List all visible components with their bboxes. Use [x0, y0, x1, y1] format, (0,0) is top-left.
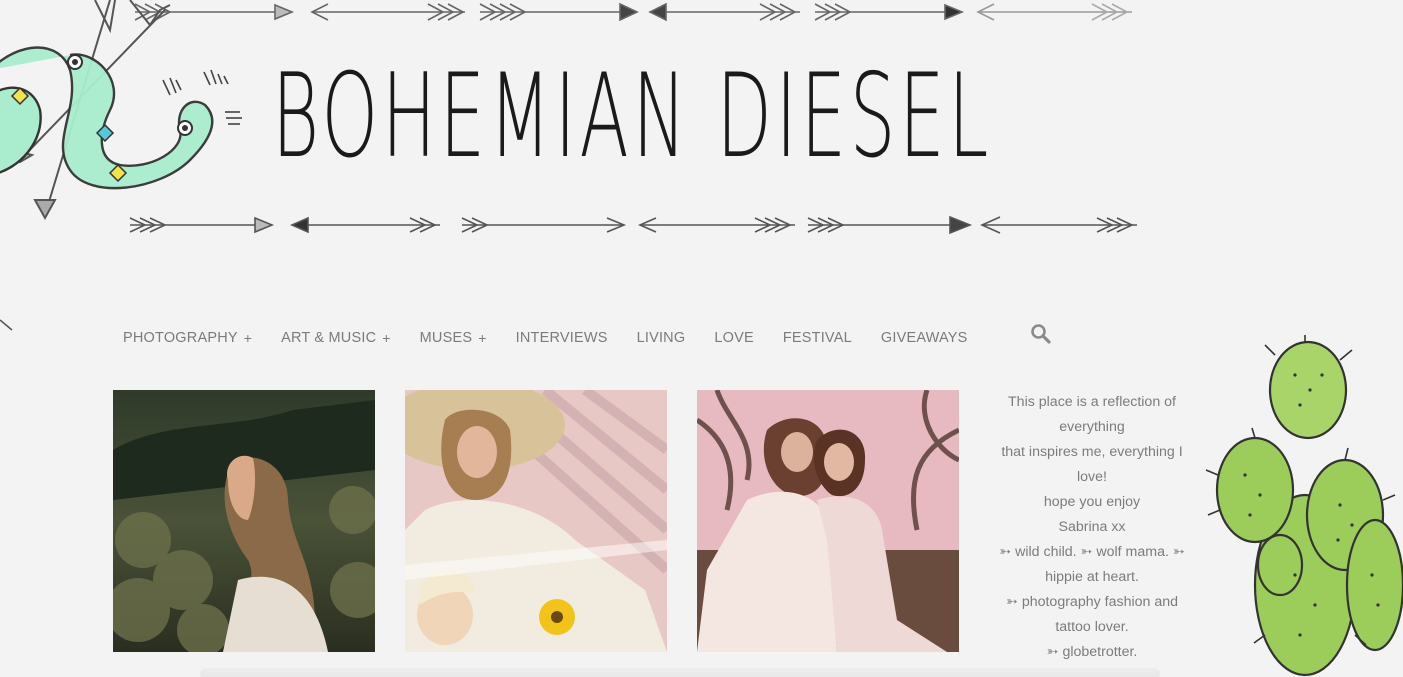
snake-illustration	[0, 0, 242, 221]
nav-item-label: LOVE	[714, 330, 754, 346]
nav-item-label: ART & MUSIC	[281, 330, 377, 346]
about-line: hope you enjoy	[1043, 494, 1141, 510]
nav-item-interviews[interactable]: INTERVIEWS	[516, 330, 608, 346]
nav-item-living[interactable]: LIVING	[637, 330, 686, 346]
submenu-plus-icon: +	[243, 330, 253, 346]
post-image	[113, 390, 375, 652]
footer-shadow	[200, 668, 1160, 677]
nav-item-label: LIVING	[636, 330, 686, 346]
search-button[interactable]	[1030, 323, 1052, 345]
post-thumbnail[interactable]	[113, 390, 375, 652]
nav-item-muses[interactable]: MUSES +	[420, 330, 487, 346]
nav-item-label: MUSES	[419, 330, 473, 346]
about-line: ➳ globetrotter.	[1046, 644, 1138, 660]
nav-item-giveaways[interactable]: GIVEAWAYS	[881, 330, 968, 346]
left-edge-decoration	[0, 319, 13, 331]
submenu-plus-icon: +	[478, 330, 487, 346]
about-line: hippie at heart.	[1045, 569, 1139, 585]
post-image	[697, 390, 959, 652]
site-title[interactable]: BOHEMIAN DIESEL	[272, 52, 992, 182]
nav-item-label: PHOTOGRAPHY	[123, 330, 238, 346]
about-text: This place is a reflection of everything…	[988, 390, 1196, 665]
nav-item-label: INTERVIEWS	[515, 330, 608, 346]
main-nav: PHOTOGRAPHY + ART & MUSIC + MUSES + INTE…	[113, 320, 997, 356]
nav-item-art-music[interactable]: ART & MUSIC +	[281, 330, 391, 346]
about-line: everything	[1059, 419, 1125, 435]
about-line: ➳ wild child. ➳ wolf mama. ➳	[999, 544, 1185, 560]
about-line: love!	[1077, 469, 1107, 485]
post-thumbnail[interactable]	[405, 390, 667, 652]
submenu-plus-icon: +	[382, 330, 391, 346]
site-header: BOHEMIAN DIESEL	[0, 0, 1403, 300]
nav-item-label: FESTIVAL	[782, 330, 852, 346]
nav-item-photography[interactable]: PHOTOGRAPHY +	[123, 330, 252, 346]
cactus-illustration	[1205, 335, 1403, 677]
about-line: This place is a reflection of	[1008, 394, 1176, 410]
search-icon	[1031, 324, 1051, 344]
nav-item-label: GIVEAWAYS	[880, 330, 968, 346]
about-line: Sabrina xx	[1058, 519, 1126, 535]
nav-item-festival[interactable]: FESTIVAL	[783, 330, 852, 346]
about-line: that inspires me, everything I	[1001, 444, 1183, 460]
nav-item-love[interactable]: LOVE	[714, 330, 754, 346]
about-line: ➳ photography fashion and	[1005, 594, 1179, 610]
about-line: tattoo lover.	[1055, 619, 1129, 635]
post-thumbnail[interactable]	[697, 390, 959, 652]
post-image	[405, 390, 667, 652]
bottom-arrows-decoration	[129, 215, 1137, 235]
